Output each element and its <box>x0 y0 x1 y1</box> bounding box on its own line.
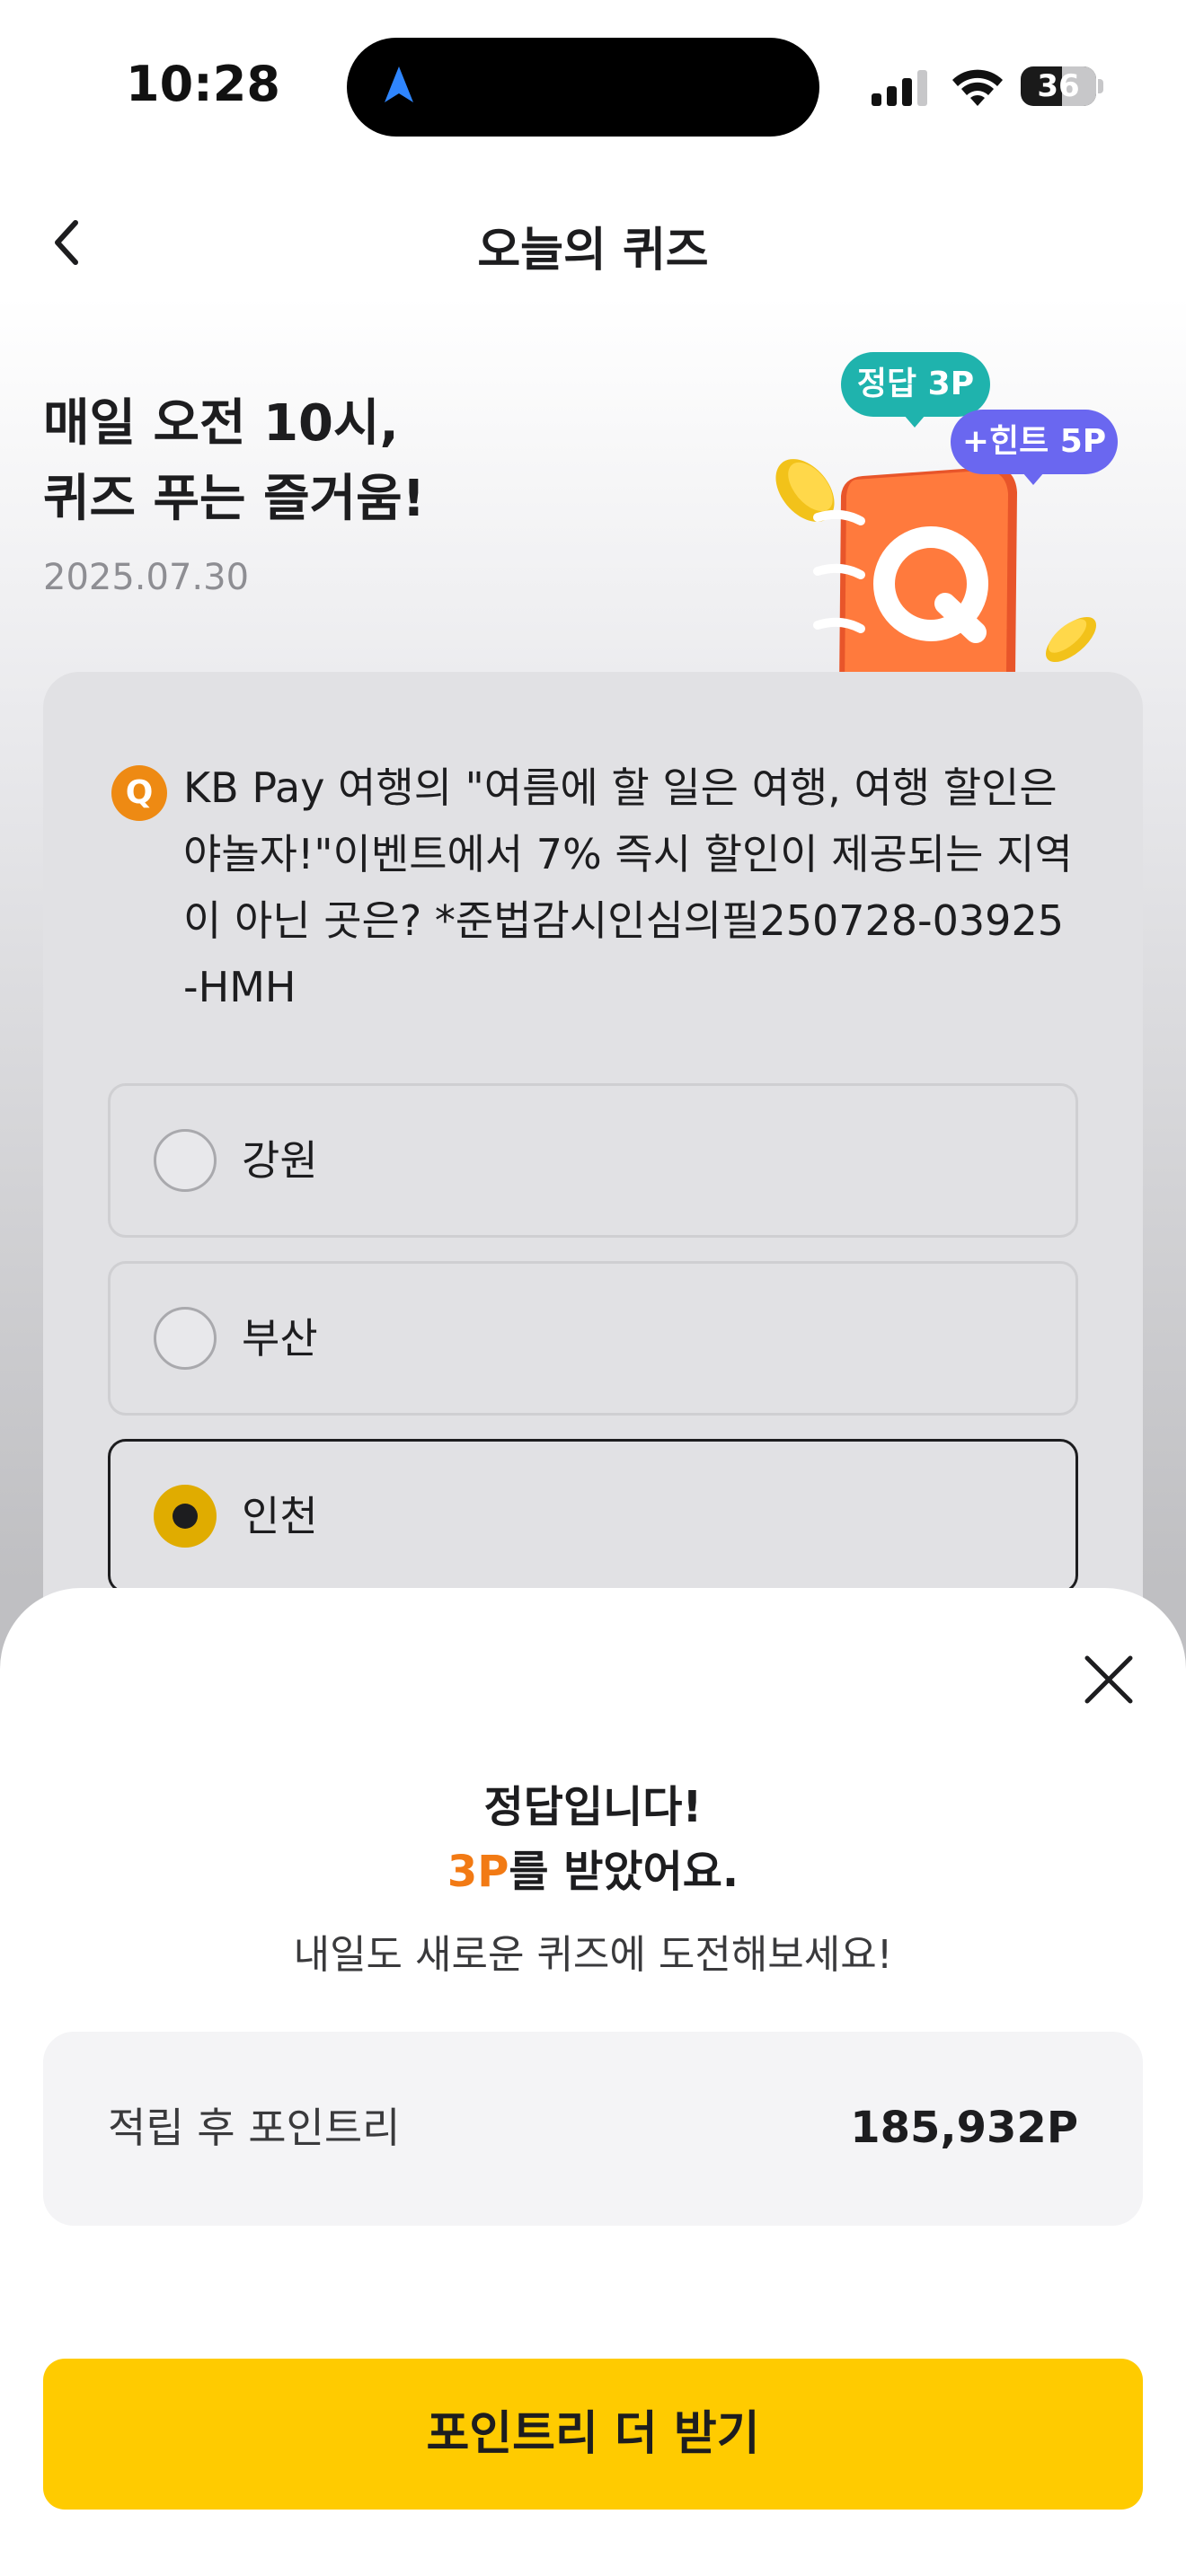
status-time: 10:28 <box>126 56 280 112</box>
wifi-icon <box>952 69 1003 106</box>
page-title: 오늘의 퀴즈 <box>477 224 709 278</box>
option-label: 강원 <box>242 1136 318 1185</box>
answer-option-1[interactable]: 강원 <box>108 1083 1078 1238</box>
points-label: 적립 후 포인트리 <box>108 2104 401 2152</box>
hint-points-badge: +힌트 5P <box>951 410 1118 474</box>
answer-option-3[interactable]: 인천 <box>108 1439 1078 1593</box>
cellular-signal-icon <box>872 70 927 106</box>
reward-message: 3P를 받았어요. <box>0 1839 1186 1904</box>
reward-suffix: 를 받았어요. <box>509 1847 739 1897</box>
radio-dot <box>173 1504 198 1529</box>
quiz-date: 2025.07.30 <box>43 557 250 598</box>
option-label: 부산 <box>242 1314 318 1363</box>
question-badge-icon: Q <box>111 765 167 821</box>
option-label: 인천 <box>242 1492 318 1540</box>
result-description: 내일도 새로운 퀴즈에 도전해보세요! <box>293 1932 893 1978</box>
location-arrow-icon <box>385 66 413 102</box>
answer-option-2[interactable]: 부산 <box>108 1261 1078 1416</box>
result-title: 정답입니다! <box>483 1782 703 1832</box>
radio-button[interactable] <box>154 1129 217 1192</box>
question-text: KB Pay 여행의 "여름에 할 일은 여행, 여행 할인은 야놀자!"이벤트… <box>183 763 1073 1011</box>
hero-title-line2: 퀴즈 푸는 즐거움! <box>43 470 426 528</box>
radio-button[interactable] <box>154 1307 217 1370</box>
get-more-points-button[interactable]: 포인트리 더 받기 <box>43 2359 1143 2510</box>
battery-icon: 36 <box>1021 66 1103 106</box>
badge-tail <box>904 415 925 428</box>
hero-title-line1: 매일 오전 10시, <box>43 394 399 453</box>
close-icon[interactable] <box>1080 1651 1137 1708</box>
status-bar: 10:28 36 <box>0 0 1186 171</box>
points-summary: 적립 후 포인트리 185,932P <box>43 2032 1143 2226</box>
dynamic-island <box>347 38 819 137</box>
badge-tail <box>1022 472 1044 485</box>
reward-amount: 3P <box>447 1847 509 1897</box>
answer-points-badge: 정답 3P <box>841 352 990 417</box>
radio-button-selected[interactable] <box>154 1485 217 1548</box>
battery-level: 36 <box>1037 68 1080 104</box>
hero-title: 매일 오전 10시, 퀴즈 푸는 즐거움! <box>43 386 425 537</box>
points-value: 185,932P <box>850 2103 1078 2153</box>
